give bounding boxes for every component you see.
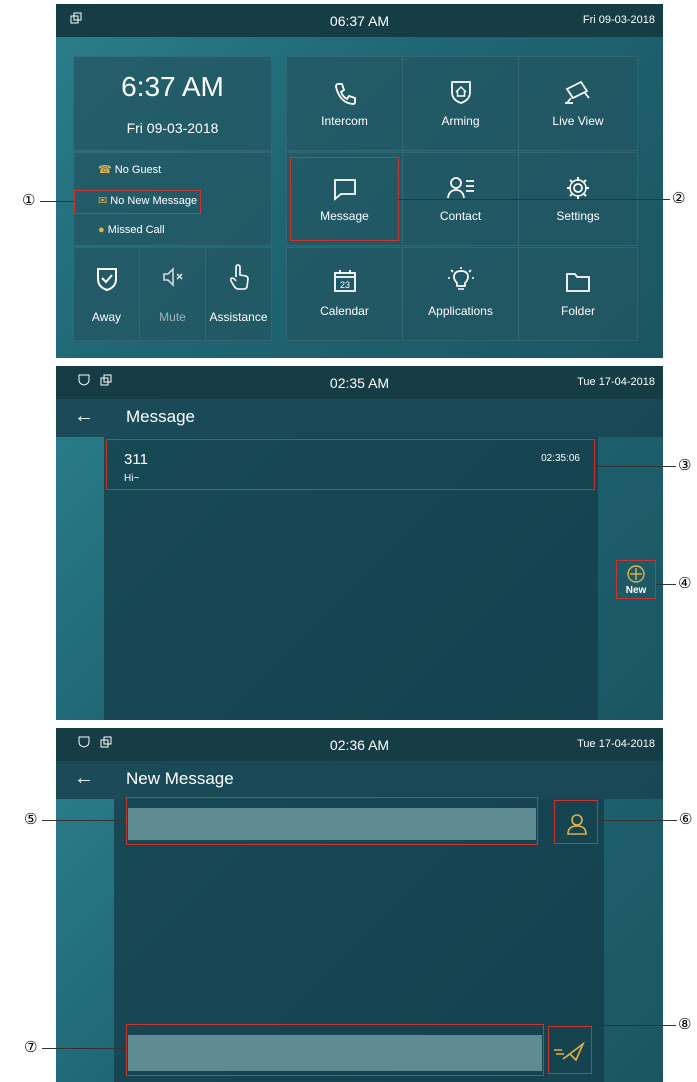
big-date: Fri 09-03-2018	[126, 120, 219, 136]
status-bar: 02:36 AM Tue 17-04-2018	[56, 728, 663, 761]
callout-5: ⑤	[24, 810, 38, 828]
tile-intercom[interactable]: Intercom	[286, 56, 403, 151]
assistance-label: Assistance	[209, 310, 268, 324]
speaker-mute-icon	[162, 267, 183, 287]
page-title: New Message	[126, 769, 234, 788]
highlight-recipient-field	[126, 797, 538, 845]
page-title: Message	[126, 407, 195, 426]
away-button[interactable]: Away	[73, 247, 140, 341]
shield-check-icon	[96, 268, 117, 292]
highlight-message-tile	[290, 157, 399, 241]
highlight-no-new-message	[74, 190, 201, 214]
contact-list-icon	[446, 177, 474, 199]
new-message-screen: 02:36 AM Tue 17-04-2018 ← New Message	[56, 728, 663, 1082]
missed-call-row: ● Missed Call	[98, 224, 165, 236]
applications-label: Applications	[428, 304, 493, 318]
tile-live-view[interactable]: Live View	[518, 56, 638, 151]
phone-icon: ☎	[98, 164, 112, 176]
tile-folder[interactable]: Folder	[518, 247, 638, 341]
callout-3-line	[596, 466, 676, 467]
lightbulb-icon	[447, 267, 474, 290]
no-guest-row: ☎ No Guest	[98, 163, 161, 176]
callout-2: ②	[672, 189, 686, 207]
tile-arming[interactable]: Arming	[402, 56, 519, 151]
callout-4-line	[656, 584, 676, 585]
calendar-label: Calendar	[320, 304, 369, 318]
calendar-icon: 23	[333, 270, 356, 292]
contact-label: Contact	[439, 209, 482, 223]
callout-2-line	[398, 199, 670, 200]
assistance-button[interactable]: Assistance	[205, 247, 272, 341]
highlight-send-button	[548, 1026, 592, 1074]
calendar-day: 23	[339, 280, 349, 290]
no-guest-label: No Guest	[114, 164, 162, 176]
callout-8-line	[592, 1025, 676, 1026]
big-time: 6:37 AM	[121, 71, 224, 102]
gear-icon	[567, 177, 589, 199]
mute-button[interactable]: Mute	[139, 247, 206, 341]
status-bar: 02:35 AM Tue 17-04-2018	[56, 366, 663, 399]
callout-8: ⑧	[678, 1015, 692, 1033]
status-date: Tue 17-04-2018	[577, 376, 655, 388]
back-arrow-icon[interactable]: ←	[74, 767, 94, 790]
callout-6-line	[598, 820, 677, 821]
folder-label: Folder	[560, 304, 595, 318]
intercom-label: Intercom	[321, 114, 368, 128]
clock-panel: 6:37 AM Fri 09-03-2018	[73, 56, 272, 151]
camera-icon	[565, 80, 590, 104]
highlight-contact-picker	[554, 800, 598, 844]
chat-bubble-icon: ●	[98, 224, 105, 236]
missed-call-label: Missed Call	[107, 224, 165, 236]
folder-icon	[566, 273, 590, 292]
status-time: 02:36 AM	[329, 737, 390, 753]
callout-1-line	[40, 201, 74, 202]
message-screen: 02:35 AM Tue 17-04-2018 ← Message 311 Hi…	[56, 366, 663, 720]
back-arrow-icon[interactable]: ←	[74, 405, 94, 428]
callout-7: ⑦	[24, 1038, 38, 1056]
status-bar: 06:37 AM Fri 09-03-2018	[56, 4, 663, 37]
tile-applications[interactable]: Applications	[402, 247, 519, 341]
callout-3: ③	[678, 456, 692, 474]
callout-4: ④	[678, 574, 692, 592]
settings-label: Settings	[556, 209, 600, 223]
message-list-panel: 311 Hi~ 02:35:06	[104, 437, 598, 720]
tile-calendar[interactable]: 23 Calendar	[286, 247, 403, 341]
highlight-body-field	[126, 1024, 544, 1076]
arming-label: Arming	[441, 114, 480, 128]
away-label: Away	[91, 310, 122, 324]
status-time: 06:37 AM	[329, 13, 390, 29]
phone-handset-icon	[334, 83, 356, 105]
mute-label: Mute	[159, 310, 186, 324]
callout-6: ⑥	[679, 810, 693, 828]
status-date: Tue 17-04-2018	[577, 738, 655, 750]
status-date: Fri 09-03-2018	[582, 14, 655, 26]
callout-5-line	[42, 820, 126, 821]
hand-pointer-icon	[229, 264, 249, 290]
callout-1: ①	[22, 191, 36, 209]
header-bar: ← Message	[56, 399, 663, 437]
live-view-label: Live View	[552, 114, 604, 128]
header-bar: ← New Message	[56, 761, 663, 799]
highlight-new-button	[616, 560, 656, 599]
shield-home-icon	[450, 81, 471, 104]
highlight-message-item	[106, 439, 595, 490]
callout-7-line	[42, 1048, 126, 1049]
status-time: 02:35 AM	[329, 375, 390, 391]
home-screen: 06:37 AM Fri 09-03-2018 6:37 AM Fri 09-0…	[56, 4, 663, 358]
